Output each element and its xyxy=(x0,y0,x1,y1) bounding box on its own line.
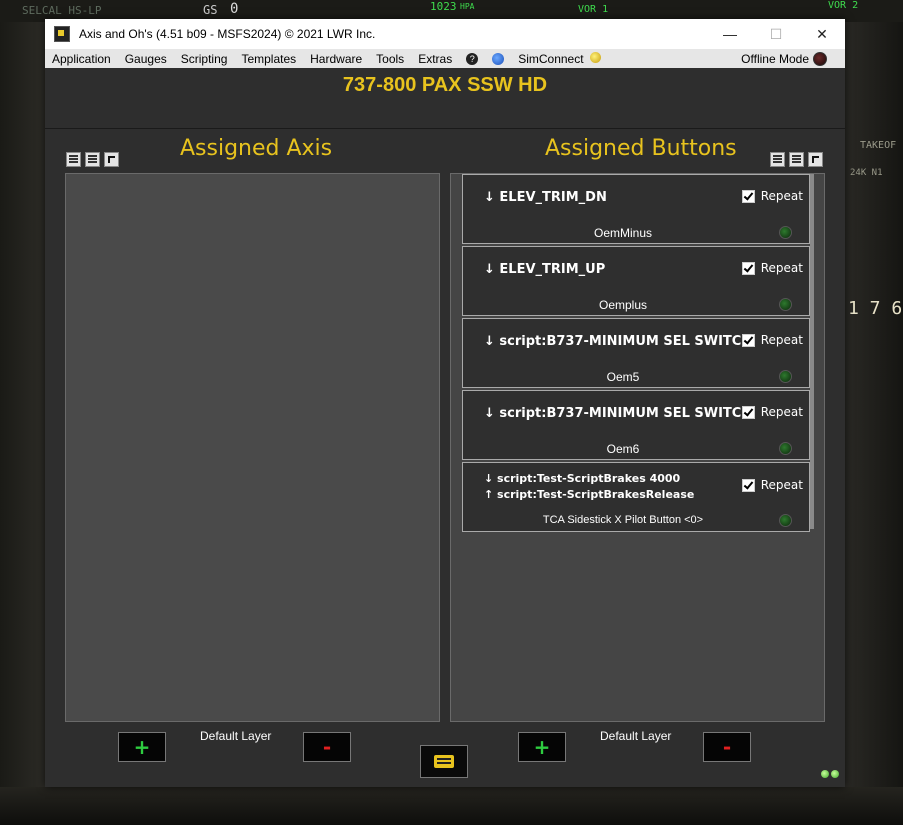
simconnect-label: SimConnect xyxy=(518,51,584,66)
button-key: Oem5 xyxy=(606,370,640,384)
repeat-toggle[interactable]: Repeat xyxy=(741,261,803,275)
button-command-press: ↓ script:Test-ScriptBrakes 4000 xyxy=(484,472,681,485)
button-command: ↓ script:B737-MINIMUM SEL SWITCH MAX xyxy=(484,406,746,421)
assigned-axis-list[interactable] xyxy=(65,173,440,722)
remove-axis-button[interactable]: - xyxy=(303,732,351,762)
buttons-list-view-icon[interactable] xyxy=(770,152,785,167)
button-command-release: ↑ script:Test-ScriptBrakesRelease xyxy=(484,488,695,501)
globe-icon[interactable] xyxy=(492,52,505,65)
menu-gauges[interactable]: Gauges xyxy=(118,52,174,66)
menu-bar: Application Gauges Scripting Templates H… xyxy=(45,49,845,68)
close-button[interactable]: ✕ xyxy=(799,19,845,49)
repeat-checkbox[interactable] xyxy=(741,189,755,203)
menu-simconnect[interactable]: SimConnect xyxy=(511,51,607,66)
menu-scripting[interactable]: Scripting xyxy=(174,52,235,66)
menu-extras[interactable]: Extras xyxy=(411,52,459,66)
add-button-button[interactable]: + xyxy=(518,732,566,762)
app-icon xyxy=(54,26,70,42)
repeat-checkbox[interactable] xyxy=(741,333,755,347)
assigned-buttons-title: Assigned Buttons xyxy=(545,136,737,161)
bg-takeoff: TAKEOF xyxy=(860,140,897,151)
bg-selcal: SELCAL HS-LP xyxy=(22,4,102,17)
window-title: Axis and Oh's (4.51 b09 - MSFS2024) © 20… xyxy=(79,27,376,41)
background-left xyxy=(0,22,45,825)
bg-digits: 1 7 6 xyxy=(848,298,903,319)
menu-templates[interactable]: Templates xyxy=(234,52,303,66)
button-assignment[interactable]: ↓ ELEV_TRIM_DN Repeat OemMinus xyxy=(462,174,810,244)
bg-n1: 24K N1 xyxy=(850,168,883,178)
bg-gs-label: GS xyxy=(203,3,218,17)
repeat-toggle[interactable]: Repeat xyxy=(741,405,803,419)
offline-mode-label: Offline Mode xyxy=(741,51,809,66)
repeat-toggle[interactable]: Repeat xyxy=(741,189,803,203)
buttons-expand-icon[interactable] xyxy=(808,152,823,167)
bg-gs-value: 0 xyxy=(230,1,239,17)
axis-layer-label: Default Layer xyxy=(200,729,272,743)
repeat-label: Repeat xyxy=(760,261,803,275)
repeat-label: Repeat xyxy=(760,478,803,492)
repeat-checkbox[interactable] xyxy=(741,405,755,419)
question-icon[interactable]: ? xyxy=(466,52,479,65)
keyboard-icon xyxy=(434,755,454,768)
minimize-button[interactable]: — xyxy=(707,19,753,49)
menu-tools[interactable]: Tools xyxy=(369,52,411,66)
title-bar[interactable]: Axis and Oh's (4.51 b09 - MSFS2024) © 20… xyxy=(45,19,845,49)
background-bottom xyxy=(0,787,903,825)
repeat-checkbox[interactable] xyxy=(741,478,755,492)
button-status-led xyxy=(779,298,792,311)
repeat-toggle[interactable]: Repeat xyxy=(741,333,803,347)
buttons-scrollbar[interactable] xyxy=(810,174,814,529)
repeat-label: Repeat xyxy=(760,405,803,419)
axis-view-controls xyxy=(66,152,119,167)
repeat-checkbox[interactable] xyxy=(741,261,755,275)
button-status-led xyxy=(779,514,792,527)
assigned-buttons-list[interactable]: ↓ ELEV_TRIM_DN Repeat OemMinus ↓ ELEV_TR… xyxy=(450,173,825,722)
remove-button-button[interactable]: - xyxy=(703,732,751,762)
menu-application[interactable]: Application xyxy=(45,52,118,66)
button-command: ↓ ELEV_TRIM_DN xyxy=(484,190,607,205)
button-assignment[interactable]: ↓ script:Test-ScriptBrakes 4000 ↑ script… xyxy=(462,462,810,532)
repeat-toggle[interactable]: Repeat xyxy=(741,478,803,492)
button-status-led xyxy=(779,370,792,383)
bg-baro-value: 1023 xyxy=(430,0,457,13)
axis-expand-icon[interactable] xyxy=(104,152,119,167)
axis-list-view-icon[interactable] xyxy=(66,152,81,167)
button-assignment[interactable]: ↓ script:B737-MINIMUM SEL SWITCH MAX Rep… xyxy=(462,390,810,460)
axis-detail-view-icon[interactable] xyxy=(85,152,100,167)
repeat-label: Repeat xyxy=(760,189,803,203)
header-divider xyxy=(45,128,845,129)
button-assignment[interactable]: ↓ script:B737-MINIMUM SEL SWITCH MIN Rep… xyxy=(462,318,810,388)
menu-hardware[interactable]: Hardware xyxy=(303,52,369,66)
buttons-view-controls xyxy=(770,152,823,167)
keyboard-button[interactable] xyxy=(420,745,468,778)
button-status-led xyxy=(779,226,792,239)
main-window: Axis and Oh's (4.51 b09 - MSFS2024) © 20… xyxy=(45,19,845,787)
button-command: ↓ ELEV_TRIM_UP xyxy=(484,262,606,277)
bg-baro-unit: HPA xyxy=(460,2,475,11)
bg-vor2: VOR 2 xyxy=(828,0,859,11)
button-status-led xyxy=(779,442,792,455)
button-key: Oemplus xyxy=(598,298,648,312)
simconnect-status-icon xyxy=(589,51,601,63)
button-key: TCA Sidestick X Pilot Button <0> xyxy=(542,514,704,526)
button-key: OemMinus xyxy=(593,226,652,240)
button-assignment[interactable]: ↓ ELEV_TRIM_UP Repeat Oemplus xyxy=(462,246,810,316)
buttons-detail-view-icon[interactable] xyxy=(789,152,804,167)
status-indicator xyxy=(821,770,839,778)
bg-vor1: VOR 1 xyxy=(578,4,609,15)
offline-mode[interactable]: Offline Mode xyxy=(741,51,845,66)
aircraft-title: 737-800 PAX SSW HD xyxy=(342,74,548,96)
offline-status-icon xyxy=(813,51,827,66)
buttons-layer-label: Default Layer xyxy=(600,729,672,743)
maximize-button[interactable]: ☐ xyxy=(753,19,799,49)
button-key: Oem6 xyxy=(606,442,640,456)
assigned-axis-title: Assigned Axis xyxy=(180,136,333,161)
status-led-icon xyxy=(821,770,829,778)
repeat-label: Repeat xyxy=(760,333,803,347)
status-led-icon xyxy=(831,770,839,778)
button-command: ↓ script:B737-MINIMUM SEL SWITCH MIN xyxy=(484,334,746,349)
add-axis-button[interactable]: + xyxy=(118,732,166,762)
